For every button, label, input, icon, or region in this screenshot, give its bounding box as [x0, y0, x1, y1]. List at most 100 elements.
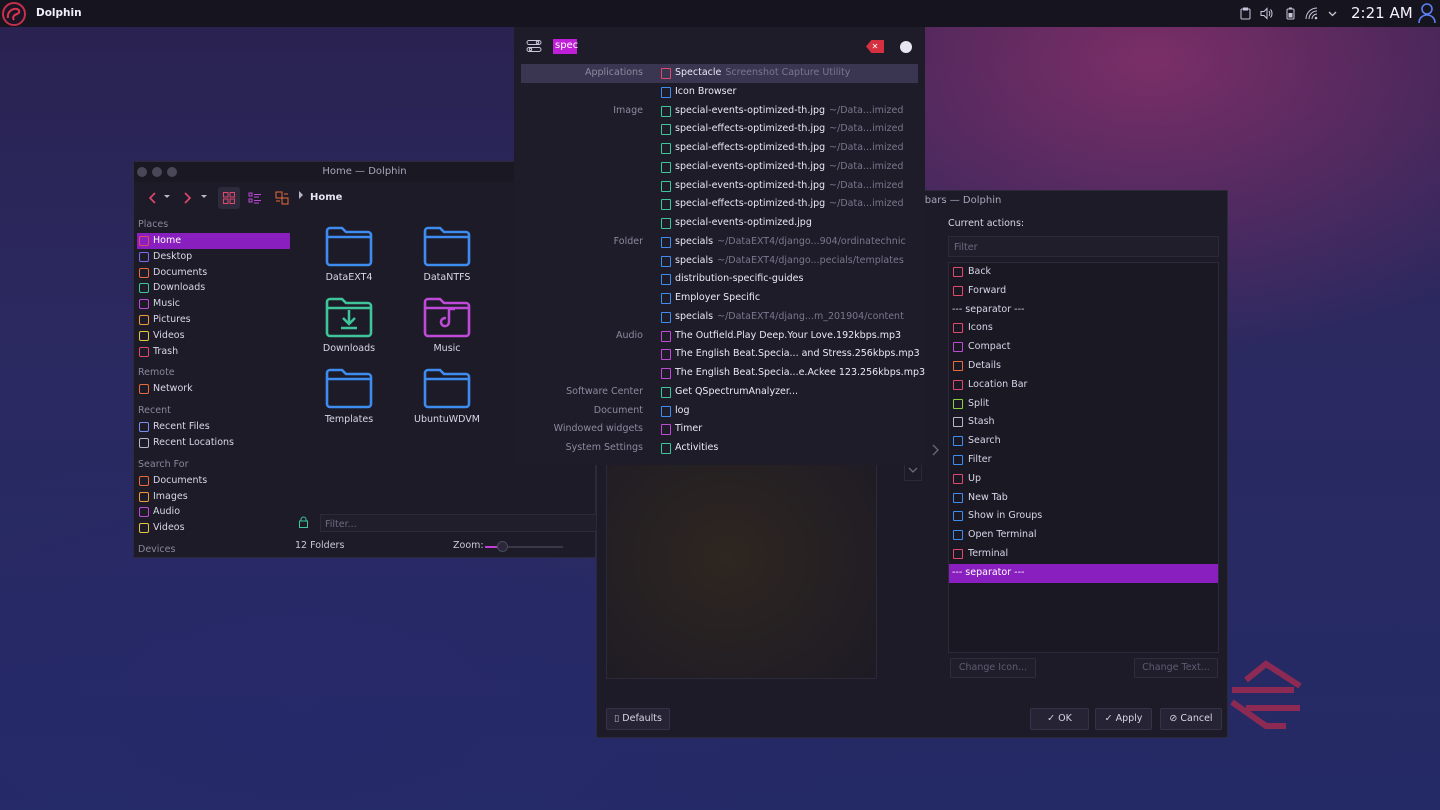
search-result-row[interactable]: Applications Spectacle Screenshot Capture …	[521, 64, 918, 83]
places-item[interactable]: Videos	[137, 520, 290, 536]
action-item[interactable]: Split	[949, 395, 1218, 414]
back-history-chevron-icon[interactable]	[163, 193, 171, 204]
filter-input[interactable]: Filter...	[320, 514, 600, 532]
action-item[interactable]: Details	[949, 357, 1218, 376]
app-launcher-icon[interactable]	[2, 2, 26, 26]
search-result-row[interactable]: Icon Browser	[521, 83, 918, 102]
move-down-button[interactable]	[904, 463, 922, 481]
action-item[interactable]: Stash	[949, 413, 1218, 432]
action-item[interactable]: --- separator ---	[949, 563, 1218, 583]
action-item[interactable]: Terminal	[949, 545, 1218, 564]
search-result-row[interactable]: special-effects-optimized-th.jpg ~/Data..…	[521, 139, 918, 158]
places-item[interactable]: Pictures	[137, 312, 290, 328]
folder-item[interactable]: UbuntuWDVM	[412, 366, 482, 425]
breadcrumb-arrow-icon[interactable]	[298, 191, 304, 202]
folder-item[interactable]: DataNTFS	[412, 224, 482, 283]
change-icon-button[interactable]: Change Icon...	[950, 658, 1036, 678]
places-item[interactable]: Recent Files	[137, 419, 290, 435]
clipboard-icon[interactable]	[1239, 7, 1251, 20]
lock-icon[interactable]	[298, 516, 309, 531]
action-item[interactable]: Location Bar	[949, 376, 1218, 395]
places-item[interactable]: Documents	[137, 265, 290, 281]
action-item[interactable]: Up	[949, 470, 1218, 489]
forward-button[interactable]	[176, 187, 198, 209]
places-item[interactable]: Videos	[137, 328, 290, 344]
search-result-row[interactable]: special-events-optimized-th.jpg ~/Data...…	[521, 158, 918, 177]
apply-button[interactable]: ✓ Apply	[1095, 708, 1152, 730]
action-item[interactable]: Show in Groups	[949, 507, 1218, 526]
search-result-row[interactable]: Document log	[521, 402, 918, 421]
action-item[interactable]: Compact	[949, 338, 1218, 357]
search-result-row[interactable]: Windowed widgets Timer	[521, 420, 918, 439]
folder-item[interactable]: Downloads	[314, 295, 384, 354]
details-view-button[interactable]	[271, 187, 293, 209]
defaults-button[interactable]: ▯ Defaults	[606, 708, 670, 730]
checkmark-icon: ✓	[1047, 713, 1059, 724]
pin-icon[interactable]	[900, 41, 912, 53]
places-item[interactable]: Trash	[137, 344, 290, 360]
search-result-row[interactable]: Folder specials ~/DataEXT4/django...904/or…	[521, 233, 918, 252]
search-result-row[interactable]: distribution-specific-guides	[521, 270, 918, 289]
forward-history-chevron-icon[interactable]	[200, 193, 208, 204]
action-item[interactable]: Forward	[949, 282, 1218, 301]
search-result-row[interactable]: special-events-optimized-th.jpg ~/Data...…	[521, 177, 918, 196]
action-item[interactable]: Back	[949, 263, 1218, 282]
search-result-row[interactable]: System Settings Activities	[521, 439, 918, 458]
search-result-row[interactable]: The English Beat.Specia...e.Ackee 123.25…	[521, 364, 925, 383]
network-icon	[139, 384, 149, 395]
places-item[interactable]: Recent Locations	[137, 435, 290, 451]
user-icon[interactable]	[1417, 2, 1437, 24]
action-item[interactable]: Filter	[949, 451, 1218, 470]
folder-item[interactable]: Music	[412, 295, 482, 354]
change-text-button[interactable]: Change Text...	[1134, 658, 1218, 678]
action-item[interactable]: Icons	[949, 319, 1218, 338]
image-file-icon	[661, 105, 671, 117]
search-result-row[interactable]: special-events-optimized.jpg	[521, 214, 918, 233]
search-result-row[interactable]: special-effects-optimized-th.jpg ~/Data..…	[521, 120, 918, 139]
available-actions-list[interactable]	[606, 446, 877, 679]
folder-label: Music	[433, 343, 461, 354]
change-text-label: Change Text...	[1142, 662, 1210, 673]
search-result-row[interactable]: specials ~/DataEXT4/djang...m_201904/cont…	[521, 308, 918, 327]
places-item[interactable]: Music	[137, 296, 290, 312]
zoom-slider-handle[interactable]	[497, 541, 508, 552]
places-item[interactable]: Home	[137, 233, 290, 249]
action-item[interactable]: New Tab	[949, 489, 1218, 508]
activities-icon	[661, 443, 671, 454]
current-actions-filter[interactable]: Filter	[948, 236, 1219, 257]
folder-item[interactable]: Templates	[314, 366, 384, 425]
volume-icon[interactable]	[1260, 7, 1273, 20]
action-item[interactable]: --- separator ---	[949, 301, 1218, 320]
icons-view-button[interactable]	[218, 187, 240, 209]
clear-search-icon[interactable]: ✕	[866, 40, 884, 53]
places-item[interactable]: Network	[137, 381, 290, 397]
wifi-icon[interactable]	[1304, 7, 1320, 20]
battery-icon[interactable]	[1284, 7, 1296, 20]
settings-icon[interactable]	[526, 39, 542, 53]
add-action-arrow-icon[interactable]	[931, 443, 947, 457]
folder-item[interactable]: DataEXT4	[314, 224, 384, 283]
action-item[interactable]: Search	[949, 432, 1218, 451]
search-input[interactable]: spec	[555, 40, 578, 51]
places-item[interactable]: Desktop	[137, 249, 290, 265]
back-button[interactable]	[142, 187, 164, 209]
search-result-row[interactable]: specials ~/DataEXT4/django...pecials/temp…	[521, 252, 918, 271]
places-item[interactable]: Downloads	[137, 280, 290, 296]
cancel-button[interactable]: ⊘ Cancel	[1160, 708, 1222, 730]
ok-button[interactable]: ✓ OK	[1030, 708, 1089, 730]
compact-view-button[interactable]	[244, 187, 266, 209]
search-result-row[interactable]: Employer Specific	[521, 289, 918, 308]
search-result-row[interactable]: Software Center Get QSpectrumAnalyzer...	[521, 383, 918, 402]
places-item[interactable]: Images	[137, 489, 290, 505]
result-subtext: ~/DataEXT4/djang...m_201904/content	[717, 310, 904, 322]
clock[interactable]: 2:21 AM	[1351, 4, 1413, 22]
action-item[interactable]: Open Terminal	[949, 526, 1218, 545]
breadcrumb-home[interactable]: Home	[310, 192, 342, 203]
search-result-row[interactable]: The English Beat.Specia... and Stress.25…	[521, 345, 920, 364]
places-item[interactable]: Documents	[137, 473, 290, 489]
search-result-row[interactable]: special-effects-optimized-th.jpg ~/Data..…	[521, 195, 918, 214]
search-result-row[interactable]: Image special-events-optimized-th.jpg ~/Da…	[521, 102, 918, 121]
search-result-row[interactable]: Audio The Outfield.Play Deep.Your Love.19…	[521, 327, 918, 346]
chevron-down-icon[interactable]	[1326, 7, 1338, 20]
places-item[interactable]: Audio	[137, 504, 290, 520]
